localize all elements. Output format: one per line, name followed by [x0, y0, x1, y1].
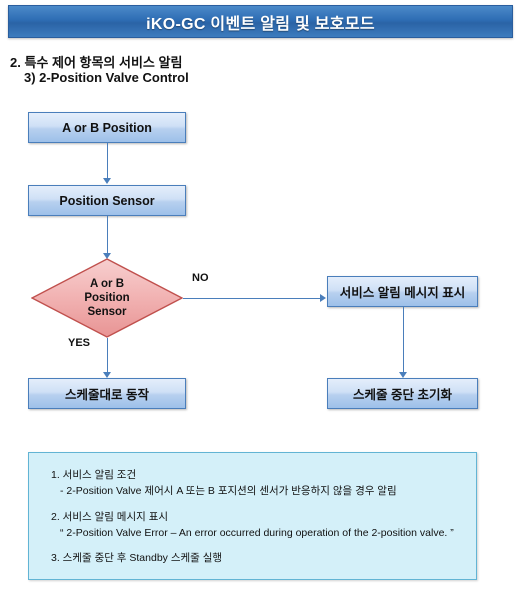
- page-title: iKO-GC 이벤트 알림 및 보호모드: [146, 15, 375, 33]
- arrowhead-no-branch: [320, 294, 326, 302]
- flow-box-schedule-stop-label: 스케줄 중단 초기화: [353, 388, 452, 402]
- flow-box-start[interactable]: A or B Position: [28, 112, 186, 143]
- header-bar: iKO-GC 이벤트 알림 및 보호모드: [8, 5, 513, 38]
- flow-box-schedule-run[interactable]: 스케줄대로 동작: [28, 378, 186, 409]
- info-item1-title: 1. 서비스 알림 조건: [51, 469, 137, 481]
- decision-label-line2: Position: [84, 291, 130, 304]
- flow-box-start-label: A or B Position: [62, 120, 152, 135]
- subsection-heading: 3) 2-Position Valve Control: [24, 70, 189, 85]
- info-item2-detail: “ 2-Position Valve Error – An error occu…: [60, 526, 454, 539]
- flow-box-position-sensor-label: Position Sensor: [59, 193, 155, 208]
- connector-start-to-sensor: [107, 143, 108, 179]
- flow-box-alert-message-label: 서비스 알림 메시지 표시: [339, 286, 466, 300]
- section-heading: 2. 특수 제어 항목의 서비스 알림: [10, 55, 183, 70]
- connector-sensor-to-decision: [107, 216, 108, 256]
- flow-decision-position-sensor[interactable]: A or B Position Sensor: [31, 258, 183, 338]
- branch-label-yes: YES: [68, 337, 91, 349]
- info-item2-title: 2. 서비스 알림 메시지 표시: [51, 510, 169, 523]
- arrowhead-start-to-sensor: [103, 178, 111, 184]
- decision-label-line3: Sensor: [87, 306, 127, 318]
- flow-box-schedule-run-label: 스케줄대로 동작: [65, 388, 149, 402]
- flow-box-alert-message[interactable]: 서비스 알림 메시지 표시: [327, 276, 478, 307]
- decision-label-group: A or B Position Sensor: [31, 258, 183, 338]
- info-spacer-2: [51, 541, 460, 550]
- decision-label-line1: A or B: [89, 277, 125, 290]
- connector-alert-to-stop: [403, 307, 404, 374]
- info-item1-detail: - 2-Position Valve 제어시 A 또는 B 포지션의 센서가 반…: [60, 485, 397, 498]
- flow-box-position-sensor[interactable]: Position Sensor: [28, 185, 186, 216]
- info-spacer-1: [51, 500, 460, 509]
- slide-canvas: iKO-GC 이벤트 알림 및 보호모드 2. 특수 제어 항목의 서비스 알림…: [0, 0, 521, 597]
- connector-no-branch: [183, 298, 321, 299]
- connector-yes-branch: [107, 338, 108, 374]
- branch-label-no: NO: [192, 272, 209, 284]
- info-panel: 1. 서비스 알림 조건 - 2-Position Valve 제어시 A 또는…: [28, 452, 477, 580]
- info-item3-title: 3. 스케줄 중단 후 Standby 스케줄 실행: [51, 552, 223, 565]
- flow-box-schedule-stop[interactable]: 스케줄 중단 초기화: [327, 378, 478, 409]
